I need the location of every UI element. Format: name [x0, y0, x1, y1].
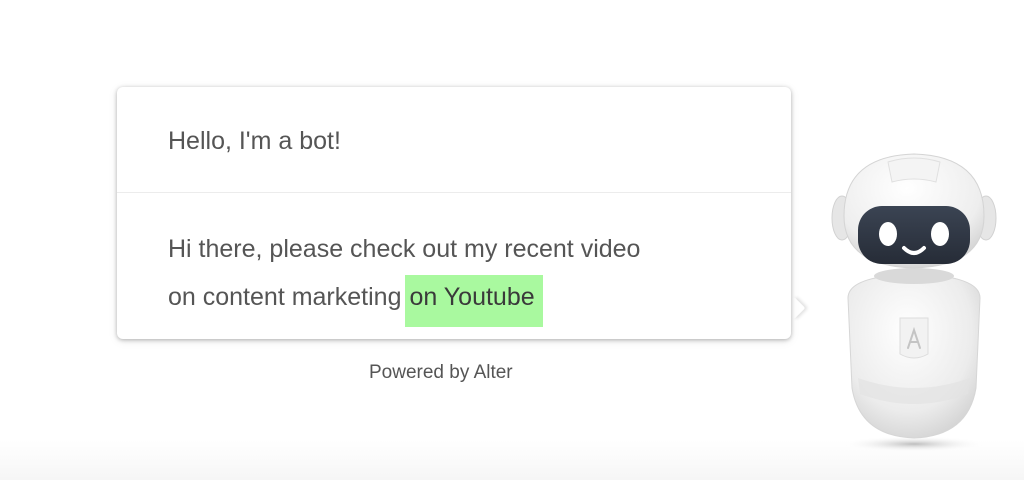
chat-widget-stage: Hello, I'm a bot! Hi there, please check… [0, 0, 1024, 480]
powered-by-label: Powered by Alter [369, 362, 513, 383]
bot-greeting-text: Hello, I'm a bot! [168, 127, 341, 155]
bot-message-line-2-text: on content marketing [168, 283, 402, 311]
bot-message: Hi there, please check out my recent vid… [168, 225, 768, 327]
chat-bubble: Hello, I'm a bot! Hi there, please check… [117, 87, 791, 339]
bot-message-line-1: Hi there, please check out my recent vid… [168, 235, 641, 263]
youtube-link[interactable]: on Youtube [405, 275, 543, 327]
robot-mascot-graphic [831, 153, 997, 452]
bot-greeting-row: Hello, I'm a bot! [117, 87, 791, 193]
robot-mascot-icon [828, 148, 998, 468]
bot-message-line-2: on content marketing on Youtube [168, 273, 768, 327]
bubble-tail-cover [776, 294, 790, 324]
